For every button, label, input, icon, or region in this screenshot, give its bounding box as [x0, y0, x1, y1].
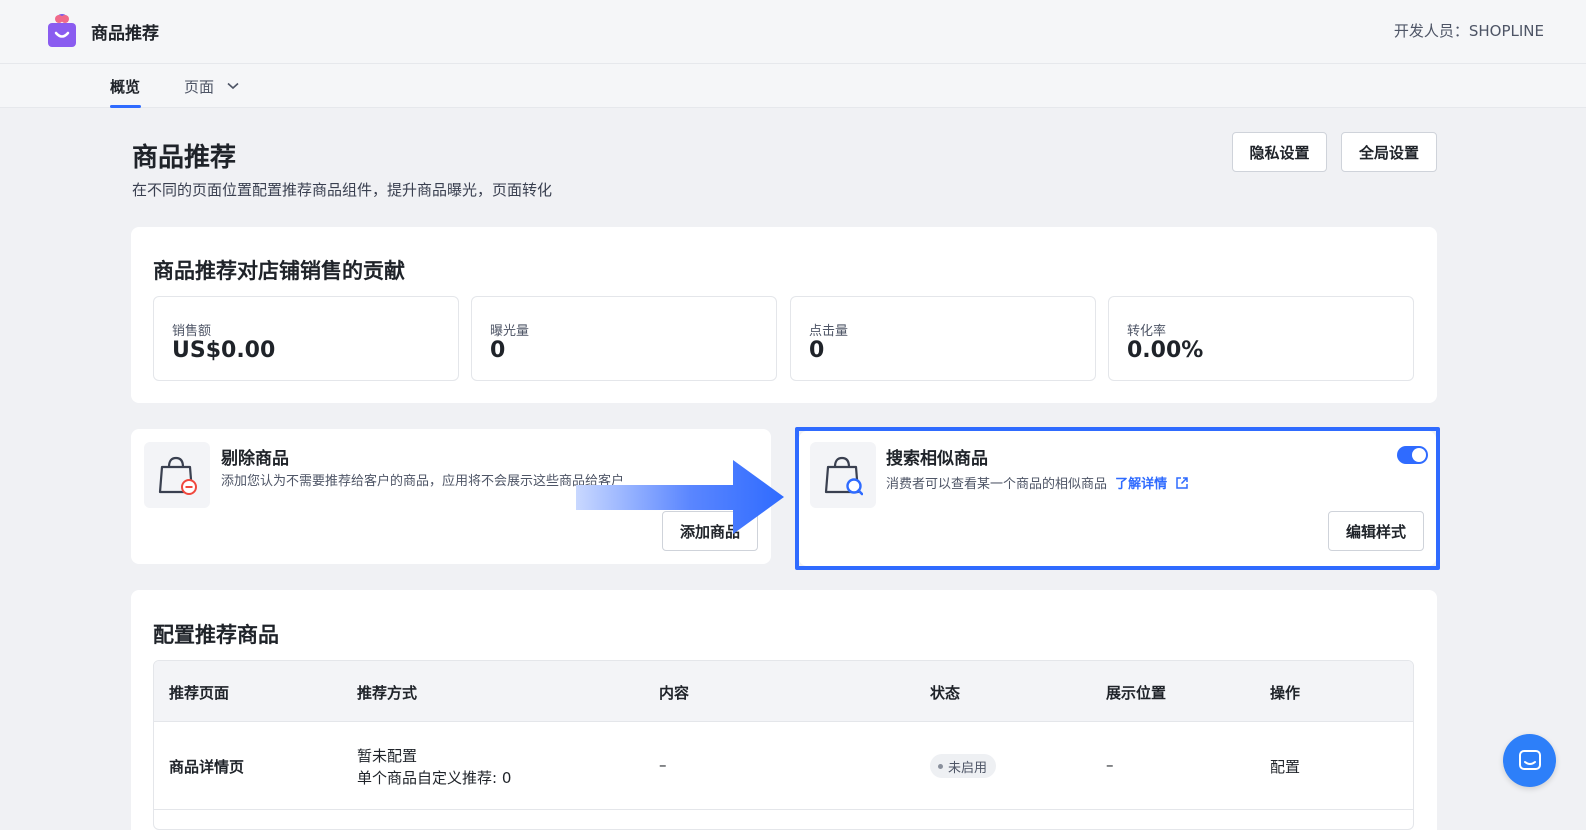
chat-icon — [1518, 749, 1541, 770]
configure-link[interactable]: 配置 — [1270, 756, 1300, 777]
developer-label: 开发人员：SHOPLINE — [1393, 22, 1544, 40]
config-title: 配置推荐商品 — [153, 623, 279, 647]
similar-products-card: 搜索相似商品 消费者可以查看某一个商品的相似商品 了解详情 编辑样式 — [799, 431, 1436, 566]
learn-more-link[interactable]: 了解详情 — [1115, 477, 1189, 492]
stat-label: 曝光量 — [490, 324, 530, 339]
nav-bar: 概览 页面 — [0, 64, 1586, 108]
annotation-arrow-icon — [576, 460, 784, 534]
column-header: 推荐页面 — [169, 684, 230, 702]
tab-pages-label: 页面 — [184, 78, 215, 96]
stat-label: 转化率 — [1127, 324, 1167, 339]
app-name: 商品推荐 — [91, 24, 159, 44]
stat-value: US$0.00 — [172, 338, 276, 363]
similar-description: 消费者可以查看某一个商品的相似商品 了解详情 — [886, 473, 1189, 492]
row-page: 商品详情页 — [169, 758, 245, 776]
tab-overview[interactable]: 概览 — [110, 76, 140, 97]
stat-label: 点击量 — [809, 324, 849, 339]
page-subtitle: 在不同的页面位置配置推荐商品组件，提升商品曝光，页面转化 — [132, 181, 553, 199]
stat-clicks: 点击量 0 — [790, 296, 1096, 381]
column-header: 展示位置 — [1106, 684, 1167, 702]
external-link-icon — [1175, 477, 1188, 489]
contribution-title: 商品推荐对店铺销售的贡献 — [153, 259, 405, 283]
stat-value: 0 — [809, 338, 825, 363]
contribution-card: 商品推荐对店铺销售的贡献 销售额 US$0.00 曝光量 0 点击量 0 转化率… — [131, 227, 1437, 403]
exclude-description: 添加您认为不需要推荐给客户的商品，应用将不会展示这些商品给客户 — [221, 474, 625, 489]
top-bar: 商品推荐 开发人员：SHOPLINE — [0, 0, 1586, 64]
column-header: 内容 — [659, 684, 690, 702]
table-header: 推荐页面 推荐方式 内容 状态 展示位置 操作 — [154, 661, 1413, 722]
chat-button[interactable] — [1503, 734, 1556, 787]
stat-conversion: 转化率 0.00% — [1108, 296, 1414, 381]
active-tab-indicator — [110, 105, 141, 108]
toggle-knob — [1412, 448, 1426, 462]
row-method-count: 单个商品自定义推荐: 0 — [357, 769, 512, 787]
exclude-title: 剔除商品 — [221, 449, 289, 469]
row-content: – — [659, 756, 667, 774]
stat-sales: 销售额 US$0.00 — [153, 296, 459, 381]
config-card: 配置推荐商品 推荐页面 推荐方式 内容 状态 展示位置 操作 商品详情页 暂未配… — [131, 590, 1437, 830]
table-row: 商品详情页 暂未配置 单个商品自定义推荐: 0 – 未启用 – 配置 — [154, 722, 1413, 810]
similar-title: 搜索相似商品 — [886, 449, 988, 469]
row-position: – — [1106, 756, 1114, 774]
status-label: 未启用 — [948, 760, 988, 776]
privacy-settings-button[interactable]: 隐私设置 — [1232, 132, 1327, 172]
status-dot — [938, 763, 943, 769]
column-header: 操作 — [1270, 684, 1301, 702]
row-method-status: 暂未配置 — [357, 747, 418, 765]
learn-more-label: 了解详情 — [1115, 477, 1168, 492]
stat-value: 0.00% — [1127, 338, 1204, 363]
similar-description-text: 消费者可以查看某一个商品的相似商品 — [886, 477, 1108, 492]
bag-search-icon — [810, 442, 876, 508]
shopping-bag-heart-icon — [48, 13, 76, 47]
edit-style-button[interactable]: 编辑样式 — [1328, 511, 1424, 551]
stat-value: 0 — [490, 338, 506, 363]
config-table: 推荐页面 推荐方式 内容 状态 展示位置 操作 商品详情页 暂未配置 单个商品自… — [153, 660, 1414, 830]
stat-label: 销售额 — [172, 324, 212, 339]
chevron-down-icon — [227, 82, 239, 90]
column-header: 状态 — [930, 684, 961, 702]
tab-pages[interactable]: 页面 — [184, 76, 239, 97]
status-badge: 未启用 — [930, 754, 997, 778]
global-settings-button[interactable]: 全局设置 — [1341, 132, 1437, 172]
page-title: 商品推荐 — [132, 143, 237, 173]
similar-enabled-toggle[interactable] — [1397, 446, 1428, 464]
stat-impressions: 曝光量 0 — [471, 296, 777, 381]
column-header: 推荐方式 — [357, 684, 418, 702]
bag-remove-icon — [144, 442, 210, 508]
